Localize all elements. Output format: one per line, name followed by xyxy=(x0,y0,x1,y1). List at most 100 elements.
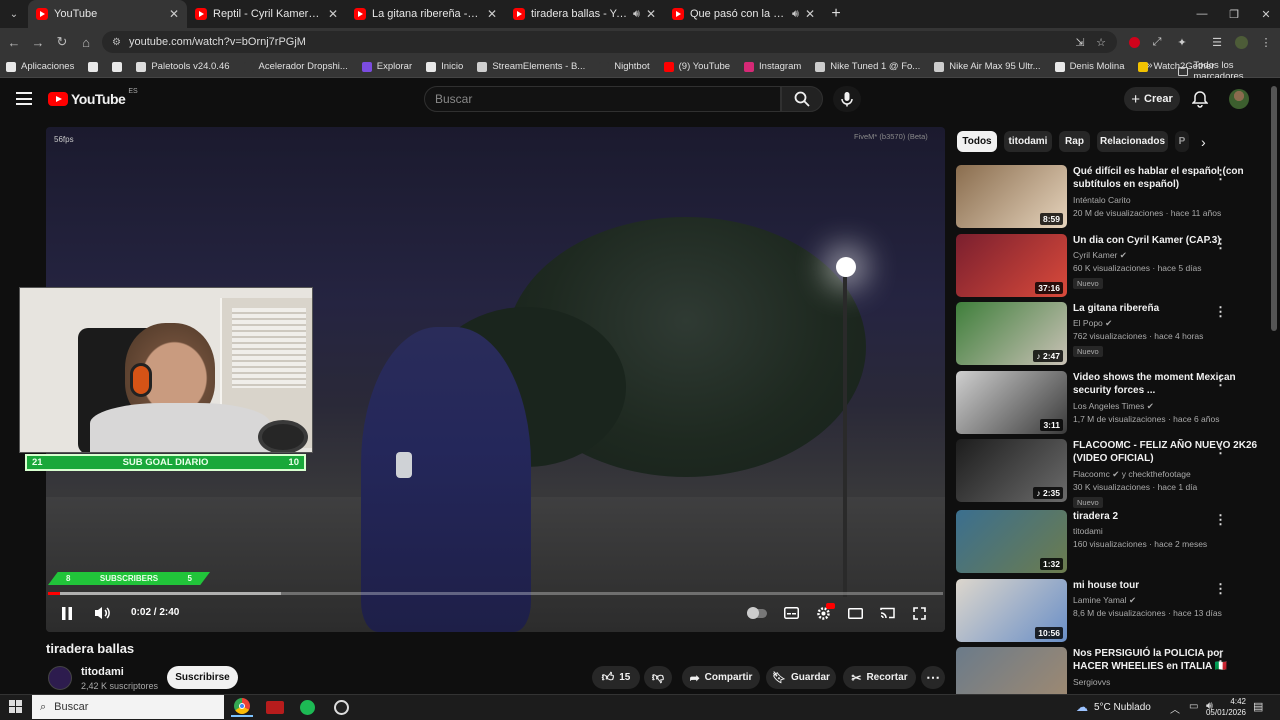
pause-button[interactable] xyxy=(58,604,76,622)
browser-tab[interactable]: Que pasó con la paya que r 🔊︎ ✕ xyxy=(664,0,823,28)
bookmark-item[interactable]: (9) YouTube xyxy=(663,61,730,72)
notification-center-icon[interactable]: ▤ xyxy=(1253,700,1263,713)
profile-avatar-icon[interactable] xyxy=(1233,34,1249,50)
theater-mode-icon[interactable] xyxy=(846,604,864,622)
more-options-icon[interactable]: ⋮ xyxy=(1214,649,1227,665)
weather-widget[interactable]: ☁ 5°C Nublado xyxy=(1076,700,1151,714)
recommendation-channel[interactable]: titodami xyxy=(1073,526,1103,536)
tab-close-icon[interactable]: ✕ xyxy=(805,7,815,21)
spotify-taskbar-icon[interactable] xyxy=(296,697,318,717)
bookmark-item[interactable]: Nightbot xyxy=(599,61,650,72)
site-info-icon[interactable]: ⚙ xyxy=(112,37,121,48)
share-button[interactable]: ➦ Compartir xyxy=(682,666,760,689)
chip-relacionados[interactable]: Relacionados xyxy=(1097,131,1168,152)
channel-name[interactable]: titodami xyxy=(81,666,124,678)
bookmark-item[interactable]: Instagram xyxy=(744,61,801,72)
browser-tab[interactable]: La gitana ribereña - YouTube ✕ xyxy=(346,0,505,28)
recommendation-title[interactable]: mi house tour xyxy=(1073,579,1259,592)
reload-icon[interactable]: ↻ xyxy=(50,28,74,56)
tab-close-icon[interactable]: ✕ xyxy=(169,7,179,21)
search-button[interactable] xyxy=(781,86,823,112)
recommendation-title[interactable]: Qué difícil es hablar el español (con su… xyxy=(1073,165,1259,191)
taskbar-clock[interactable]: 4:42 05/01/2026 xyxy=(1198,696,1246,718)
dislike-button[interactable]: 👎︎ xyxy=(644,666,672,689)
like-button[interactable]: 👍︎ 15 xyxy=(592,666,640,689)
taskbar-search[interactable]: ⌕ Buscar xyxy=(32,695,224,719)
create-button[interactable]: + Crear xyxy=(1124,87,1180,111)
account-avatar[interactable] xyxy=(1229,89,1249,109)
tray-overflow-icon[interactable]: ︿ xyxy=(1170,701,1180,716)
bookmark-star-icon[interactable]: ☆ xyxy=(1093,34,1109,50)
bookmark-item[interactable]: Denis Molina xyxy=(1054,61,1124,72)
tab-search-icon[interactable]: ⌄ xyxy=(0,0,28,28)
recommendation-channel[interactable]: Sergiovvs xyxy=(1073,677,1110,687)
tab-close-icon[interactable]: ✕ xyxy=(646,7,656,21)
video-progress-bar[interactable] xyxy=(48,592,943,595)
tab-close-icon[interactable]: ✕ xyxy=(487,7,497,21)
video-thumbnail[interactable]: 1:32 xyxy=(956,510,1067,573)
recommendation-item[interactable]: 1:32 tiradera 2 titodami 160 visualizacione… xyxy=(956,510,1270,574)
subtitles-icon[interactable] xyxy=(782,604,800,622)
browser-tab[interactable]: Reptil - Cyril Kamer ft Moha the ✕ xyxy=(187,0,346,28)
extension-arrows-icon[interactable]: ⤢ xyxy=(1149,34,1165,50)
chip-titodami[interactable]: titodami xyxy=(1004,131,1052,152)
install-app-icon[interactable]: ⇲ xyxy=(1072,34,1088,50)
recommendation-title[interactable]: La gitana ribereña xyxy=(1073,302,1259,315)
video-editor-taskbar-icon[interactable] xyxy=(264,697,286,717)
chip-rap[interactable]: Rap xyxy=(1059,131,1090,152)
more-options-icon[interactable]: ⋮ xyxy=(1214,512,1227,528)
recommendation-channel[interactable]: Lamine Yamal ✔ xyxy=(1073,595,1136,606)
recommendation-channel[interactable]: Cyril Kamer ✔ xyxy=(1073,250,1127,261)
bookmark-item[interactable]: Inicio xyxy=(426,61,463,72)
bookmark-item[interactable]: Explorar xyxy=(361,61,412,72)
recommendation-channel[interactable]: El Popo ✔ xyxy=(1073,318,1112,329)
recommendation-channel[interactable]: Los Angeles Times ✔ xyxy=(1073,401,1154,412)
recommendation-item[interactable]: ♪ 2:35 FLACOOMC - FELIZ AÑO NUEVO 2K26 (V… xyxy=(956,439,1270,508)
bookmarks-overflow-icon[interactable]: » xyxy=(1147,60,1153,71)
forward-icon[interactable]: → xyxy=(26,28,50,56)
clip-button[interactable]: ✂ Recortar xyxy=(843,666,916,689)
extension-red-icon[interactable] xyxy=(1126,34,1142,50)
recommendation-title[interactable]: Video shows the moment Mexican security … xyxy=(1073,371,1259,397)
recommendation-item[interactable]: 3:11 Video shows the moment Mexican secur… xyxy=(956,371,1270,435)
autoplay-toggle[interactable] xyxy=(746,605,768,621)
bookmark-item[interactable]: Acelerador Dropshi... xyxy=(243,61,348,72)
more-actions-button[interactable]: ⋯ xyxy=(921,666,945,689)
volume-button[interactable] xyxy=(92,604,112,622)
cast-icon[interactable] xyxy=(878,604,896,622)
bookmark-item[interactable]: Aplicaciones xyxy=(6,61,74,72)
chip-partial[interactable]: P xyxy=(1175,131,1189,152)
subscribe-button[interactable]: Suscribirse xyxy=(167,666,238,689)
recommendation-channel[interactable]: Inténtalo Carito xyxy=(1073,195,1131,205)
home-icon[interactable]: ⌂ xyxy=(74,28,98,56)
voice-search-button[interactable] xyxy=(833,86,861,112)
more-options-icon[interactable]: ⋮ xyxy=(1214,236,1227,252)
video-thumbnail[interactable]: 37:16 xyxy=(956,234,1067,297)
more-options-icon[interactable]: ⋮ xyxy=(1214,581,1227,597)
hamburger-menu-icon[interactable] xyxy=(16,92,32,105)
search-input[interactable]: Buscar xyxy=(424,86,781,112)
recommendation-channel[interactable]: Flacoomc ✔ y checkthefootage xyxy=(1073,469,1191,480)
notifications-bell-icon[interactable] xyxy=(1191,90,1209,111)
bookmark-item[interactable]: Paletools v24.0.46 xyxy=(136,61,230,72)
browser-tab[interactable]: YouTube ✕ xyxy=(28,0,187,28)
more-options-icon[interactable]: ⋮ xyxy=(1214,441,1227,457)
recommendation-title[interactable]: FLACOOMC - FELIZ AÑO NUEVO 2K26 (VIDEO O… xyxy=(1073,439,1259,465)
close-window-icon[interactable]: ✕ xyxy=(1250,0,1280,28)
new-tab-button[interactable]: + xyxy=(823,0,849,28)
fullscreen-icon[interactable] xyxy=(910,604,928,622)
recommendation-title[interactable]: Un dia con Cyril Kamer (CAP.3) xyxy=(1073,234,1259,247)
recommendation-item[interactable]: 37:16 Un dia con Cyril Kamer (CAP.3) Cyril… xyxy=(956,234,1270,298)
video-thumbnail[interactable]: 3:11 xyxy=(956,371,1067,434)
recommendation-item[interactable]: 8:59 Qué difícil es hablar el español (co… xyxy=(956,165,1270,229)
recommendation-title[interactable]: Nos PERSIGUIÓ la POLICIA por HACER WHEEL… xyxy=(1073,647,1259,673)
video-thumbnail[interactable]: ♪ 2:47 xyxy=(956,302,1067,365)
channel-avatar[interactable] xyxy=(48,666,72,690)
bookmark-item[interactable] xyxy=(88,61,99,72)
url-field[interactable]: ⚙ youtube.com/watch?v=bOrnj7rPGjM xyxy=(102,31,1117,53)
chip-todos[interactable]: Todos xyxy=(957,131,997,152)
browser-tab[interactable]: tiradera ballas - YouTube 🔊︎ ✕ xyxy=(505,0,664,28)
windows-start-icon[interactable] xyxy=(9,700,22,716)
restore-icon[interactable]: ❐ xyxy=(1218,0,1250,28)
obs-taskbar-icon[interactable] xyxy=(330,697,352,717)
